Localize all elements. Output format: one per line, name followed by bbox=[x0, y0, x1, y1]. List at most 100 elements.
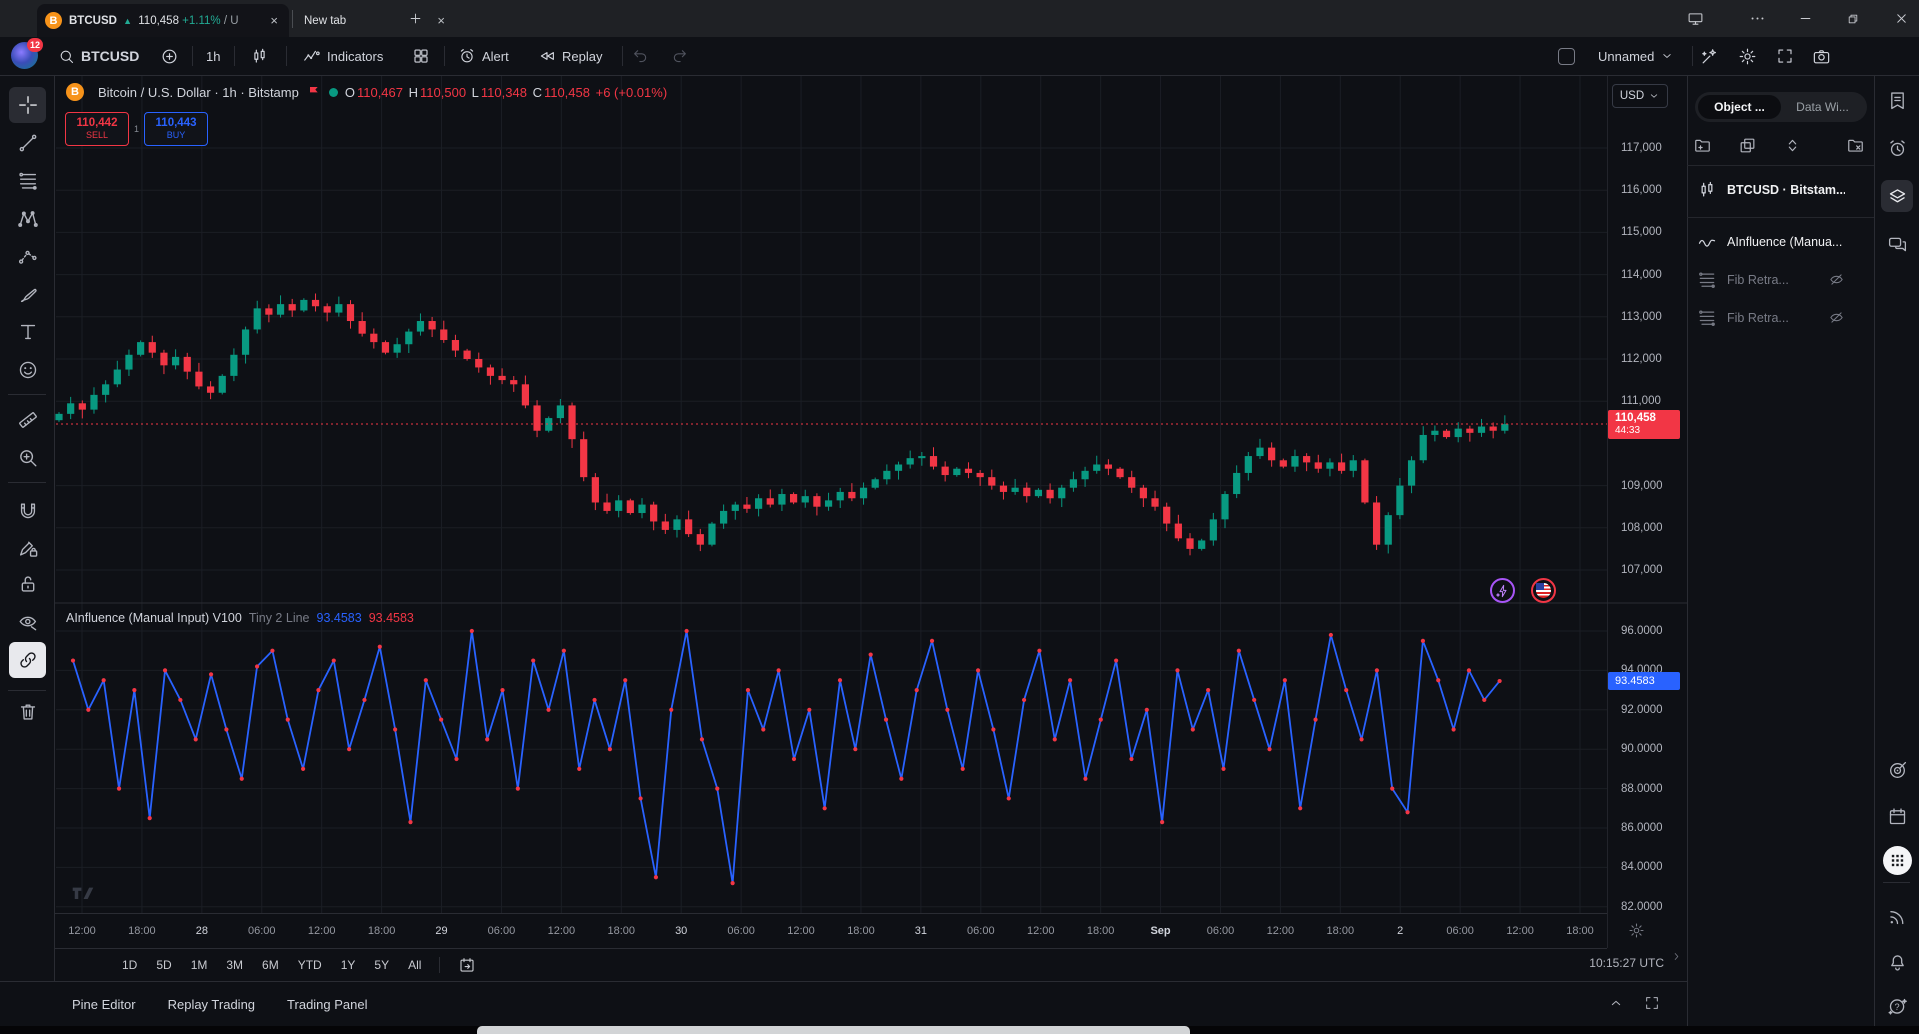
chat-icon[interactable] bbox=[1881, 228, 1913, 260]
economic-event-icon[interactable] bbox=[1531, 578, 1556, 603]
tab-preview-icon[interactable] bbox=[1678, 0, 1712, 37]
range-6m[interactable]: 6M bbox=[257, 955, 284, 975]
range-3m[interactable]: 3M bbox=[221, 955, 248, 975]
lock-all-tool[interactable] bbox=[9, 566, 46, 602]
minimize-button[interactable] bbox=[1788, 0, 1822, 37]
trend-line-tool[interactable] bbox=[9, 125, 46, 161]
clone-icon[interactable] bbox=[1738, 136, 1757, 155]
range-1y[interactable]: 1Y bbox=[336, 955, 361, 975]
brush-tool[interactable] bbox=[9, 277, 46, 313]
folder-remove-icon[interactable] bbox=[1846, 136, 1865, 155]
range-1m[interactable]: 1M bbox=[186, 955, 213, 975]
range-all[interactable]: All bbox=[403, 955, 426, 975]
restore-button[interactable] bbox=[1836, 0, 1870, 37]
watchlist-icon[interactable] bbox=[1881, 84, 1913, 116]
sidebar-collapse-handle[interactable] bbox=[1670, 950, 1683, 963]
calendar-icon[interactable] bbox=[1881, 800, 1913, 832]
chart-type-button[interactable] bbox=[250, 37, 269, 75]
axis-settings-button[interactable] bbox=[1628, 922, 1645, 939]
currency-selector[interactable]: USD bbox=[1612, 84, 1668, 108]
object-tree-item-label: Fib Retra... bbox=[1727, 311, 1789, 325]
visibility-toggle-icon[interactable] bbox=[1828, 271, 1845, 288]
object-tree-item[interactable]: BTCUSD · Bitstam... bbox=[1697, 180, 1845, 200]
range-ytd[interactable]: YTD bbox=[293, 955, 327, 975]
clock-utc[interactable]: 10:15:27 UTC bbox=[1589, 956, 1664, 970]
browser-tab-new[interactable]: New tab × bbox=[296, 4, 456, 37]
panel-expand-button[interactable] bbox=[1644, 995, 1660, 1011]
ai-boost-button[interactable] bbox=[1490, 578, 1515, 603]
buy-button[interactable]: 110,443BUY bbox=[144, 112, 208, 146]
snapshot-button[interactable] bbox=[1812, 37, 1831, 75]
browser-tab-btcusd[interactable]: B BTCUSD ▲ 110,458 +1.11% / U × bbox=[37, 4, 289, 37]
taskbar-peek[interactable] bbox=[477, 1026, 1190, 1034]
fib-lines-tool[interactable] bbox=[9, 163, 46, 199]
layout-name-button[interactable]: Unnamed bbox=[1598, 37, 1674, 75]
feed-icon[interactable] bbox=[1881, 900, 1913, 932]
undo-button[interactable] bbox=[632, 37, 650, 75]
flag-icon[interactable] bbox=[306, 84, 322, 100]
chart-canvas[interactable] bbox=[55, 76, 1607, 913]
price-tick: 108,000 bbox=[1621, 522, 1663, 534]
fullscreen-button[interactable] bbox=[1776, 37, 1794, 75]
forecast-tool[interactable] bbox=[9, 239, 46, 275]
browser-menu-icon[interactable] bbox=[1740, 0, 1774, 37]
crosshair-tool[interactable] bbox=[9, 87, 46, 123]
interval-button[interactable]: 1h bbox=[206, 37, 220, 75]
emoji-tool[interactable] bbox=[9, 352, 46, 388]
range-5d[interactable]: 5D bbox=[151, 955, 176, 975]
object-tree-item[interactable]: AInfluence (Manua... bbox=[1697, 232, 1842, 252]
object-tree-icon[interactable] bbox=[1881, 180, 1913, 212]
layout-select-checkbox[interactable] bbox=[1558, 37, 1575, 75]
panel-collapse-button[interactable] bbox=[1608, 995, 1624, 1011]
chart-legend[interactable]: B Bitcoin / U.S. Dollar · 1h · Bitstamp … bbox=[66, 83, 669, 101]
redo-button[interactable] bbox=[670, 37, 688, 75]
folder-plus-icon[interactable] bbox=[1693, 136, 1712, 155]
object-tree-item[interactable]: Fib Retra... bbox=[1697, 308, 1789, 328]
symbol-search-button[interactable]: BTCUSD bbox=[58, 37, 139, 75]
sell-button[interactable]: 110,442SELL bbox=[65, 112, 129, 146]
close-button[interactable] bbox=[1884, 0, 1918, 37]
tab-close-icon[interactable]: × bbox=[267, 13, 281, 28]
link-drawings-tool[interactable] bbox=[9, 642, 46, 678]
alerts-icon[interactable] bbox=[1881, 132, 1913, 164]
indicator-templates-button[interactable] bbox=[412, 37, 430, 75]
tab-object-tree[interactable]: Object ... bbox=[1698, 95, 1781, 119]
panel-tab-trading-panel[interactable]: Trading Panel bbox=[287, 997, 367, 1012]
chart-settings-button[interactable] bbox=[1738, 37, 1757, 75]
time-axis[interactable] bbox=[55, 913, 1607, 948]
alert-button[interactable]: Alert bbox=[458, 37, 509, 75]
compare-symbol-button[interactable] bbox=[160, 37, 179, 75]
fib-icon bbox=[1697, 270, 1717, 290]
visibility-toggle-icon[interactable] bbox=[1828, 309, 1845, 326]
apps-icon[interactable] bbox=[1883, 846, 1912, 875]
notifications-icon[interactable] bbox=[1881, 946, 1913, 978]
indicator-legend[interactable]: AInfluence (Manual Input) V100 Tiny 2 Li… bbox=[66, 611, 414, 625]
range-1d[interactable]: 1D bbox=[117, 955, 142, 975]
object-tree-item[interactable]: Fib Retra... bbox=[1697, 270, 1789, 290]
panel-tab-replay-trading[interactable]: Replay Trading bbox=[168, 997, 255, 1012]
go-to-date-button[interactable] bbox=[453, 953, 481, 977]
screener-icon[interactable] bbox=[1881, 754, 1913, 786]
text-tool[interactable] bbox=[9, 314, 46, 350]
lightning-icon bbox=[1495, 583, 1511, 599]
drawing-pencil-lock-tool[interactable] bbox=[9, 530, 46, 566]
panel-tab-pine-editor[interactable]: Pine Editor bbox=[72, 997, 136, 1012]
sort-icon[interactable] bbox=[1783, 136, 1802, 155]
new-tab-close-icon[interactable]: × bbox=[434, 13, 448, 28]
new-tab-button[interactable] bbox=[400, 0, 430, 37]
xabcd-pattern-tool[interactable] bbox=[9, 201, 46, 237]
help-icon[interactable] bbox=[1881, 990, 1913, 1022]
toolbar-separator bbox=[8, 690, 46, 691]
price-axis[interactable] bbox=[1607, 76, 1687, 948]
zoom-in-tool[interactable] bbox=[9, 440, 46, 476]
quick-search-button[interactable] bbox=[1700, 37, 1719, 75]
remove-all-tool[interactable] bbox=[9, 694, 46, 730]
hide-all-tool[interactable] bbox=[9, 604, 46, 640]
tab-data-window[interactable]: Data Wi... bbox=[1781, 95, 1864, 119]
magnet-tool[interactable] bbox=[9, 494, 46, 530]
ruler-tool[interactable] bbox=[9, 402, 46, 438]
symbol-title[interactable]: Bitcoin / U.S. Dollar · 1h · Bitstamp bbox=[98, 85, 299, 100]
range-5y[interactable]: 5Y bbox=[369, 955, 394, 975]
replay-button[interactable]: Replay bbox=[538, 37, 602, 75]
indicators-button[interactable]: Indicators bbox=[302, 37, 383, 75]
